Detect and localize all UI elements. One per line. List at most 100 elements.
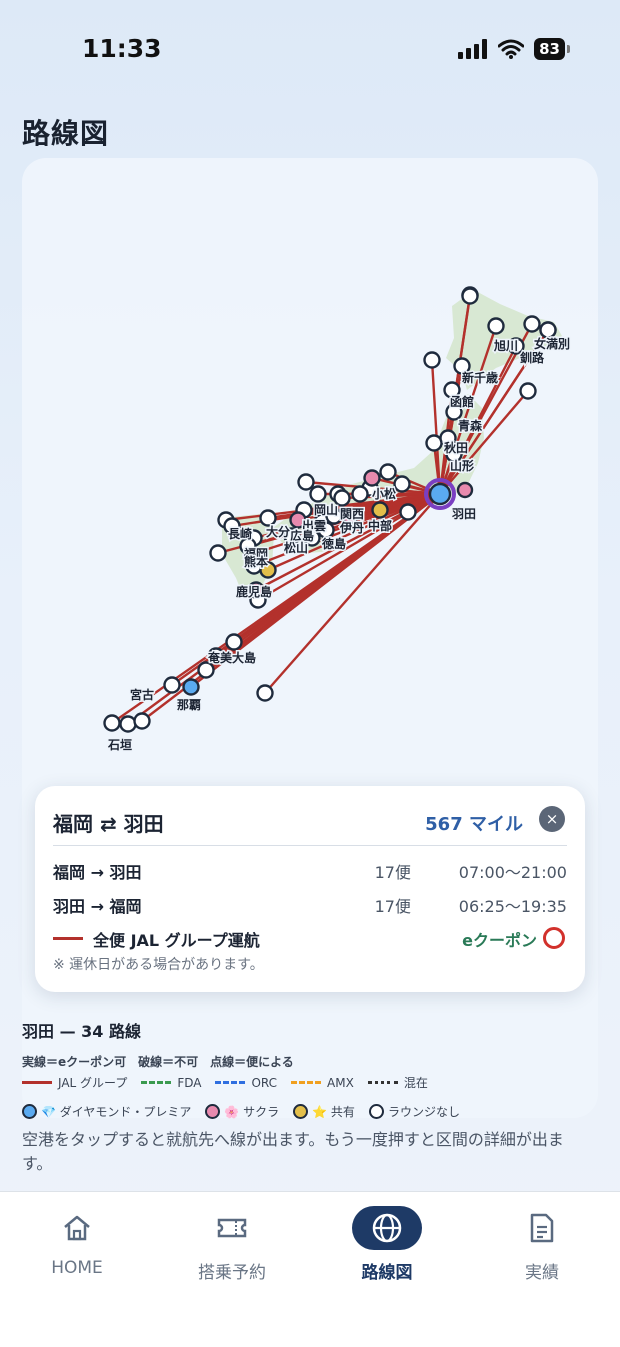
- dashed-line-icon: [291, 1081, 322, 1084]
- airport-label-asahikawa: 旭川: [493, 338, 518, 353]
- airport-marker[interactable]: [539, 321, 557, 339]
- route-flights: 17便: [374, 863, 411, 882]
- route-segment: 福岡 → 羽田: [53, 863, 142, 882]
- airport-label-kansai: 関西: [340, 507, 364, 521]
- airport-label-itami: 伊丹: [339, 520, 364, 535]
- airport-marker-ishigaki[interactable]: [103, 714, 121, 732]
- legend-lounges: 💎 ダイヤモンド・プレミア 🌸 サクラ ⭐ 共有 ラウンジなし: [22, 1103, 460, 1120]
- airport-marker-haneda-lounge[interactable]: [456, 481, 474, 499]
- airport-marker-oita[interactable]: [259, 509, 277, 527]
- legend-label: 💎 ダイヤモンド・プレミア: [41, 1105, 192, 1119]
- tab-label: 実績: [525, 1263, 559, 1283]
- legend-label: AMX: [327, 1075, 354, 1090]
- airport-label-kumamoto: 熊本: [244, 554, 268, 569]
- legend-label: ⭐ 共有: [312, 1105, 355, 1119]
- airport-label-naha: 那覇: [177, 698, 201, 712]
- home-icon: [42, 1206, 112, 1250]
- airport-label-yamagata: 山形: [450, 458, 474, 473]
- legend-label: 混在: [403, 1076, 428, 1090]
- airport-marker-amami[interactable]: [225, 633, 243, 651]
- airport-marker[interactable]: [393, 475, 411, 493]
- airport-label-oita: 大分: [266, 524, 290, 539]
- sakura-lounge-dot-icon: [205, 1104, 221, 1119]
- legend-heading: 実線＝eクーポン可 破線＝不可 点線＝便による: [22, 1055, 294, 1069]
- airport-marker[interactable]: [379, 463, 397, 481]
- airport-label-haneda: 羽田: [452, 507, 476, 521]
- route-flights: 17便: [374, 897, 411, 916]
- airport-label-chubu: 中部: [368, 518, 392, 533]
- airport-marker[interactable]: [133, 712, 151, 730]
- airport-label-kagoshima: 鹿児島: [236, 584, 272, 599]
- legend-label: FDA: [177, 1075, 202, 1090]
- legend-fda: FDA: [141, 1076, 201, 1090]
- ecoupon-ok-icon: [543, 927, 565, 949]
- legend-label: ラウンジなし: [387, 1105, 460, 1119]
- tab-label: HOME: [51, 1258, 103, 1278]
- tab-route-map[interactable]: 路線図: [317, 1206, 457, 1283]
- route-count-summary: 羽田 — 34 路線: [22, 1022, 141, 1041]
- airport-marker[interactable]: [351, 485, 369, 503]
- airport-label-shin_chitose: 新千歳: [462, 370, 498, 385]
- route-hours: 07:00〜21:00: [458, 863, 567, 882]
- dashed-line-icon: [215, 1081, 246, 1084]
- route-miles: 567 マイル: [425, 814, 523, 835]
- airport-marker[interactable]: [425, 434, 443, 452]
- airport-marker[interactable]: [209, 544, 227, 562]
- status-icons: 83: [458, 38, 570, 60]
- dashed-line-icon: [141, 1081, 172, 1084]
- divider: [53, 845, 567, 846]
- status-time: 11:33: [82, 34, 162, 63]
- tab-label: 路線図: [361, 1263, 413, 1283]
- route-segment: 羽田 → 福岡: [53, 897, 142, 916]
- close-icon[interactable]: ×: [539, 806, 565, 832]
- legend-sakura: 🌸 サクラ: [205, 1103, 279, 1120]
- airport-label-tokushima: 徳島: [321, 536, 346, 551]
- dotted-line-icon: [367, 1081, 398, 1084]
- airport-marker-memanbetsu[interactable]: [523, 315, 541, 333]
- tab-booking[interactable]: 搭乗予約: [162, 1206, 302, 1283]
- airport-label-nagasaki: 長崎: [228, 526, 252, 541]
- airport-label-matsuyama: 松山: [284, 540, 308, 555]
- legend-label: ORC: [251, 1075, 278, 1090]
- airport-label-miyako: 宮古: [130, 687, 154, 702]
- diamond-lounge-dot-icon: [22, 1104, 37, 1119]
- airport-marker[interactable]: [399, 503, 417, 521]
- airport-marker-chubu[interactable]: [371, 501, 389, 519]
- shared-lounge-dot-icon: [293, 1104, 309, 1119]
- ticket-icon: [197, 1206, 267, 1250]
- legend-none: ラウンジなし: [368, 1103, 460, 1120]
- document-icon: [507, 1206, 577, 1250]
- airport-label-ishigaki: 石垣: [107, 737, 132, 752]
- airport-marker[interactable]: [256, 684, 274, 702]
- airport-marker[interactable]: [119, 715, 137, 733]
- airport-marker[interactable]: [297, 473, 315, 491]
- airport-marker-miyako[interactable]: [163, 676, 181, 694]
- status-bar: 11:33 83: [0, 0, 620, 100]
- legend-lines: JAL グループ FDA ORC AMX 混在: [22, 1074, 428, 1091]
- legend-jal: JAL グループ: [22, 1074, 127, 1091]
- airport-marker-naha[interactable]: [182, 678, 200, 696]
- airport-marker-komatsu[interactable]: [363, 469, 381, 487]
- airport-label-komatsu: 小松: [372, 486, 396, 501]
- airport-marker[interactable]: [423, 351, 441, 369]
- tab-home[interactable]: HOME: [7, 1206, 147, 1278]
- airport-marker[interactable]: [461, 287, 479, 305]
- map-hint: 空港をタップすると就航先へ線が出ます。もう一度押すと区間の詳細が出ます。: [22, 1130, 564, 1173]
- airport-marker-haneda[interactable]: [428, 482, 452, 506]
- globe-icon: [352, 1206, 422, 1250]
- page-title: 路線図: [22, 117, 110, 150]
- airport-marker-asahikawa[interactable]: [487, 317, 505, 335]
- tab-label: 搭乗予約: [198, 1263, 266, 1283]
- legend-label: JAL グループ: [58, 1076, 128, 1090]
- tab-records[interactable]: 実績: [472, 1206, 612, 1283]
- route-title: 福岡 ⇄ 羽田: [53, 812, 164, 836]
- legend-amx: AMX: [291, 1076, 354, 1090]
- signal-icon: [458, 39, 488, 59]
- legend-mixed: 混在: [367, 1074, 428, 1091]
- airport-marker[interactable]: [519, 382, 537, 400]
- legend-shared: ⭐ 共有: [293, 1103, 355, 1120]
- airport-label-hakodate: 函館: [450, 394, 474, 409]
- route-operator: 全便 JAL グループ運航: [93, 931, 260, 950]
- airport-marker-okayama[interactable]: [309, 485, 327, 503]
- route-row: 羽田 → 福岡 17便 06:25〜19:35: [53, 893, 567, 917]
